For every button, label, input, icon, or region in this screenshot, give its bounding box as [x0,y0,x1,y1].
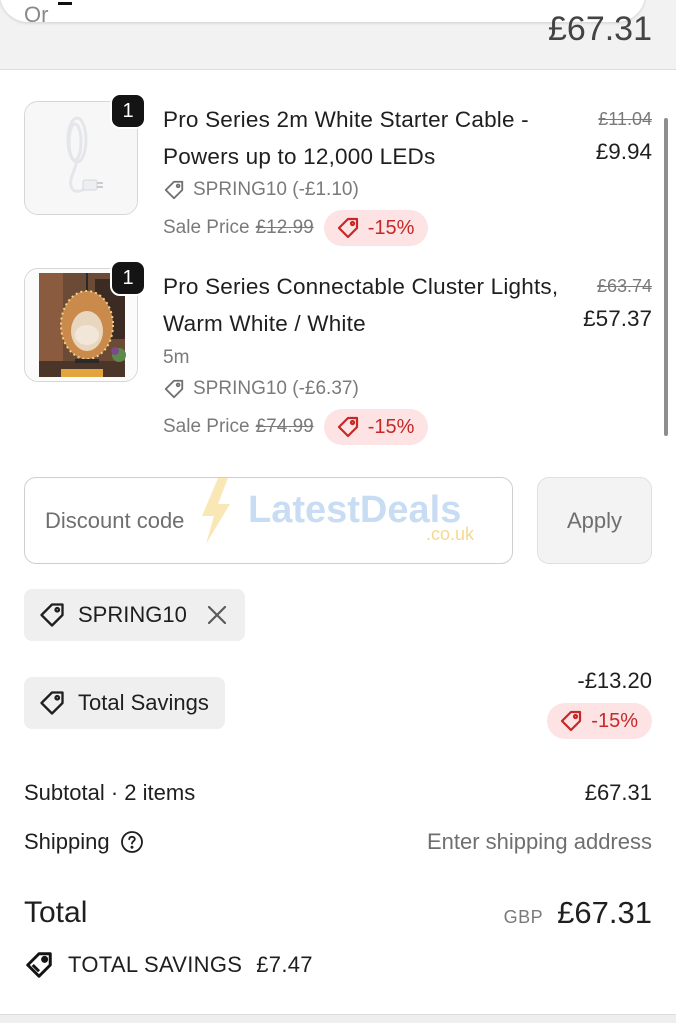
tag-icon [163,179,185,201]
item-title: Pro Series Connectable Cluster Lights, W… [163,274,559,336]
item-discount-code: SPRING10 (-£1.10) [193,179,359,200]
shipping-label-group: Shipping [24,829,144,855]
discount-code-input[interactable] [24,477,513,564]
tag-icon [559,709,583,733]
sale-original-price: £74.99 [255,416,314,437]
item-price-new: £57.37 [583,306,652,331]
item-price: £11.04 £9.94 [596,101,652,167]
item-variant: 5m [163,347,190,368]
total-savings-caption: TOTAL SAVINGS [68,952,243,977]
header-partial-text: Or [24,2,49,27]
scrollbar[interactable] [664,118,668,436]
remove-code-button[interactable] [203,601,231,629]
subtotal-row: Subtotal · 2 items £67.31 [24,780,652,806]
item-info: Pro Series Connectable Cluster Lights, W… [163,268,563,445]
discount-percent: -15% [367,415,415,438]
savings-percent-badge: -15% [547,703,652,739]
text-cursor [58,2,72,5]
tag-icon [38,689,66,717]
header-total: £67.31 [548,10,652,48]
cart-item: 1 Pro Series 2m White Starter Cable - Po… [24,93,652,251]
quantity-badge: 1 [110,93,146,129]
shipping-value[interactable]: Enter shipping address [427,829,652,855]
item-price-old: £63.74 [596,276,652,296]
discount-percent-badge: -15% [547,703,652,739]
savings-percent: -15% [591,709,638,732]
shipping-row: Shipping Enter shipping address [24,829,652,855]
applied-code-label: SPRING10 [78,602,187,627]
sale-price-row: Sale Price £74.99 -15% [163,409,563,445]
total-savings-chip: Total Savings [24,677,225,729]
tag-filled-icon [24,950,54,980]
subtotal-value: £67.31 [584,780,652,805]
total-value: £67.31 [557,895,652,930]
discount-percent: -15% [367,216,415,239]
item-price-old: £11.04 [598,109,652,129]
order-summary-header[interactable]: Or £67.31 [0,0,676,70]
item-discount-line: SPRING10 (-£6.37) [163,375,563,403]
total-label: Total [24,896,88,929]
sale-price-row: Sale Price £12.99 -15% [163,210,563,246]
tag-icon [336,415,360,439]
close-icon [207,605,226,625]
quantity-badge: 1 [110,260,146,296]
shipping-label: Shipping [24,829,110,854]
cart-item: 1 Pro Series Connectable Cluster Lights,… [24,260,652,445]
item-discount-code: SPRING10 (-£6.37) [193,378,359,399]
tag-icon [336,216,360,240]
sale-label: Sale Price [163,416,250,437]
applied-code-chip: SPRING10 [24,589,245,641]
total-savings-amount: -£13.20 [577,668,652,693]
sale-label: Sale Price [163,217,250,238]
item-info: Pro Series 2m White Starter Cable - Powe… [163,101,563,246]
total-savings-value: £7.47 [256,952,313,977]
apply-discount-button[interactable]: Apply [537,477,652,564]
tag-icon [163,378,185,400]
item-title: Pro Series 2m White Starter Cable - Powe… [163,107,529,169]
sale-original-price: £12.99 [255,217,314,238]
total-savings-label: Total Savings [78,690,209,715]
discount-percent-badge: -15% [323,409,429,445]
subtotal-label: Subtotal · 2 items [24,780,196,805]
item-price-new: £9.94 [595,139,652,164]
item-price: £63.74 £57.37 [583,268,652,334]
tag-icon [38,601,66,629]
bottom-divider [0,1014,676,1023]
total-row: Total GBP £67.31 [24,895,652,931]
total-savings-line: TOTAL SAVINGS £7.47 [24,950,313,980]
discount-percent-badge: -15% [323,210,429,246]
help-icon[interactable] [120,830,144,854]
item-discount-line: SPRING10 (-£1.10) [163,176,563,204]
currency-code: GBP [503,907,544,927]
total-amount-group: GBP £67.31 [504,895,652,931]
